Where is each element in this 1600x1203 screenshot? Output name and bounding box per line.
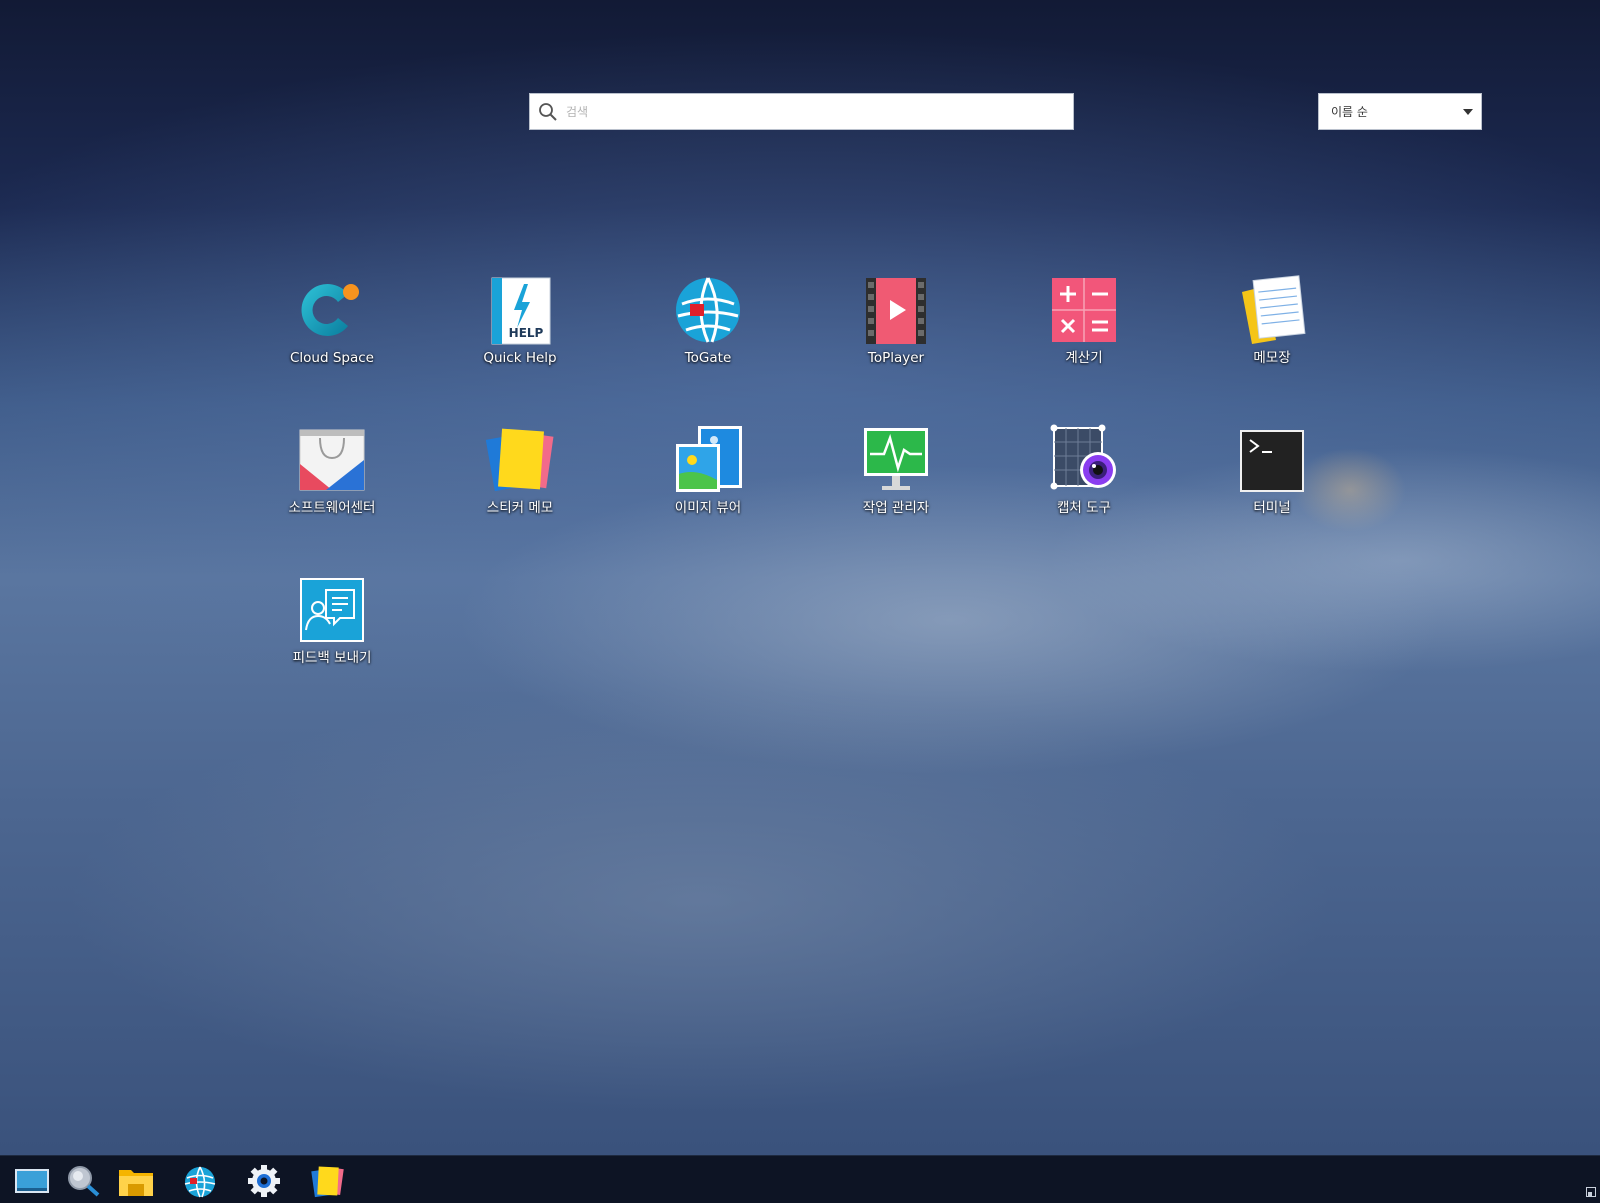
- search-icon: [539, 102, 557, 121]
- sort-order-label: 이름 순: [1331, 105, 1368, 119]
- quick-help-icon: HELP: [491, 277, 551, 345]
- sticky-memo-icon: [485, 428, 554, 492]
- app-task-manager[interactable]: 작업 관리자: [841, 424, 951, 517]
- app-label: 터미널: [1253, 500, 1291, 516]
- app-toplayer[interactable]: ToPlayer: [841, 274, 951, 367]
- app-quick-help[interactable]: HELP Quick Help: [465, 274, 575, 367]
- app-label: 피드백 보내기: [292, 650, 372, 666]
- calculator-icon: [1052, 278, 1116, 342]
- app-label: Quick Help: [483, 350, 557, 366]
- app-label: 소프트웨어센터: [288, 500, 376, 516]
- app-terminal[interactable]: 터미널: [1217, 424, 1327, 517]
- app-label: 이미지 뷰어: [674, 500, 742, 516]
- app-label: ToPlayer: [867, 350, 925, 366]
- app-software-center[interactable]: 소프트웨어센터: [277, 424, 387, 517]
- app-label: 메모장: [1253, 350, 1291, 366]
- taskbar: [0, 1155, 1600, 1203]
- app-image-viewer[interactable]: 이미지 뷰어: [653, 424, 763, 517]
- toplayer-icon: [866, 278, 926, 344]
- settings-gear-icon[interactable]: [246, 1164, 282, 1198]
- search-input[interactable]: [566, 104, 1046, 119]
- app-togate[interactable]: ToGate: [653, 274, 763, 367]
- show-desktop-icon[interactable]: [14, 1164, 50, 1198]
- app-feedback[interactable]: 피드백 보내기: [277, 574, 387, 667]
- app-capture-tool[interactable]: 캡처 도구: [1029, 424, 1139, 517]
- file-manager-icon[interactable]: [118, 1164, 154, 1198]
- sticky-memo-icon[interactable]: [310, 1164, 346, 1198]
- togate-globe-icon: [676, 277, 740, 343]
- app-notepad[interactable]: 메모장: [1217, 274, 1327, 367]
- app-label: 작업 관리자: [862, 500, 930, 516]
- chevron-down-icon: [1463, 108, 1473, 115]
- task-manager-icon: [864, 428, 928, 490]
- app-calculator[interactable]: 계산기: [1029, 274, 1139, 367]
- app-label: 스티커 메모: [486, 500, 554, 516]
- app-cloud-space[interactable]: Cloud Space: [277, 274, 387, 367]
- app-search-bar[interactable]: [529, 93, 1074, 130]
- cloud-space-icon: [301, 284, 359, 336]
- sort-order-select[interactable]: 이름 순: [1318, 93, 1482, 130]
- capture-tool-icon: [1050, 424, 1116, 490]
- notification-corner-icon[interactable]: [1586, 1187, 1596, 1197]
- desktop-wallpaper: [0, 0, 1600, 1155]
- app-label: ToGate: [684, 350, 732, 366]
- togate-globe-icon[interactable]: [182, 1164, 218, 1198]
- terminal-icon: [1240, 430, 1304, 492]
- help-icon-text: HELP: [509, 326, 544, 340]
- feedback-icon: [300, 578, 364, 642]
- app-label: 캡처 도구: [1057, 500, 1111, 516]
- app-sticky-memo[interactable]: 스티커 메모: [465, 424, 575, 517]
- image-viewer-icon: [676, 426, 742, 492]
- search-icon[interactable]: [66, 1164, 102, 1198]
- app-label: 계산기: [1065, 350, 1103, 366]
- software-center-icon: [299, 429, 365, 491]
- notepad-icon: [1242, 275, 1306, 344]
- app-label: Cloud Space: [290, 350, 374, 366]
